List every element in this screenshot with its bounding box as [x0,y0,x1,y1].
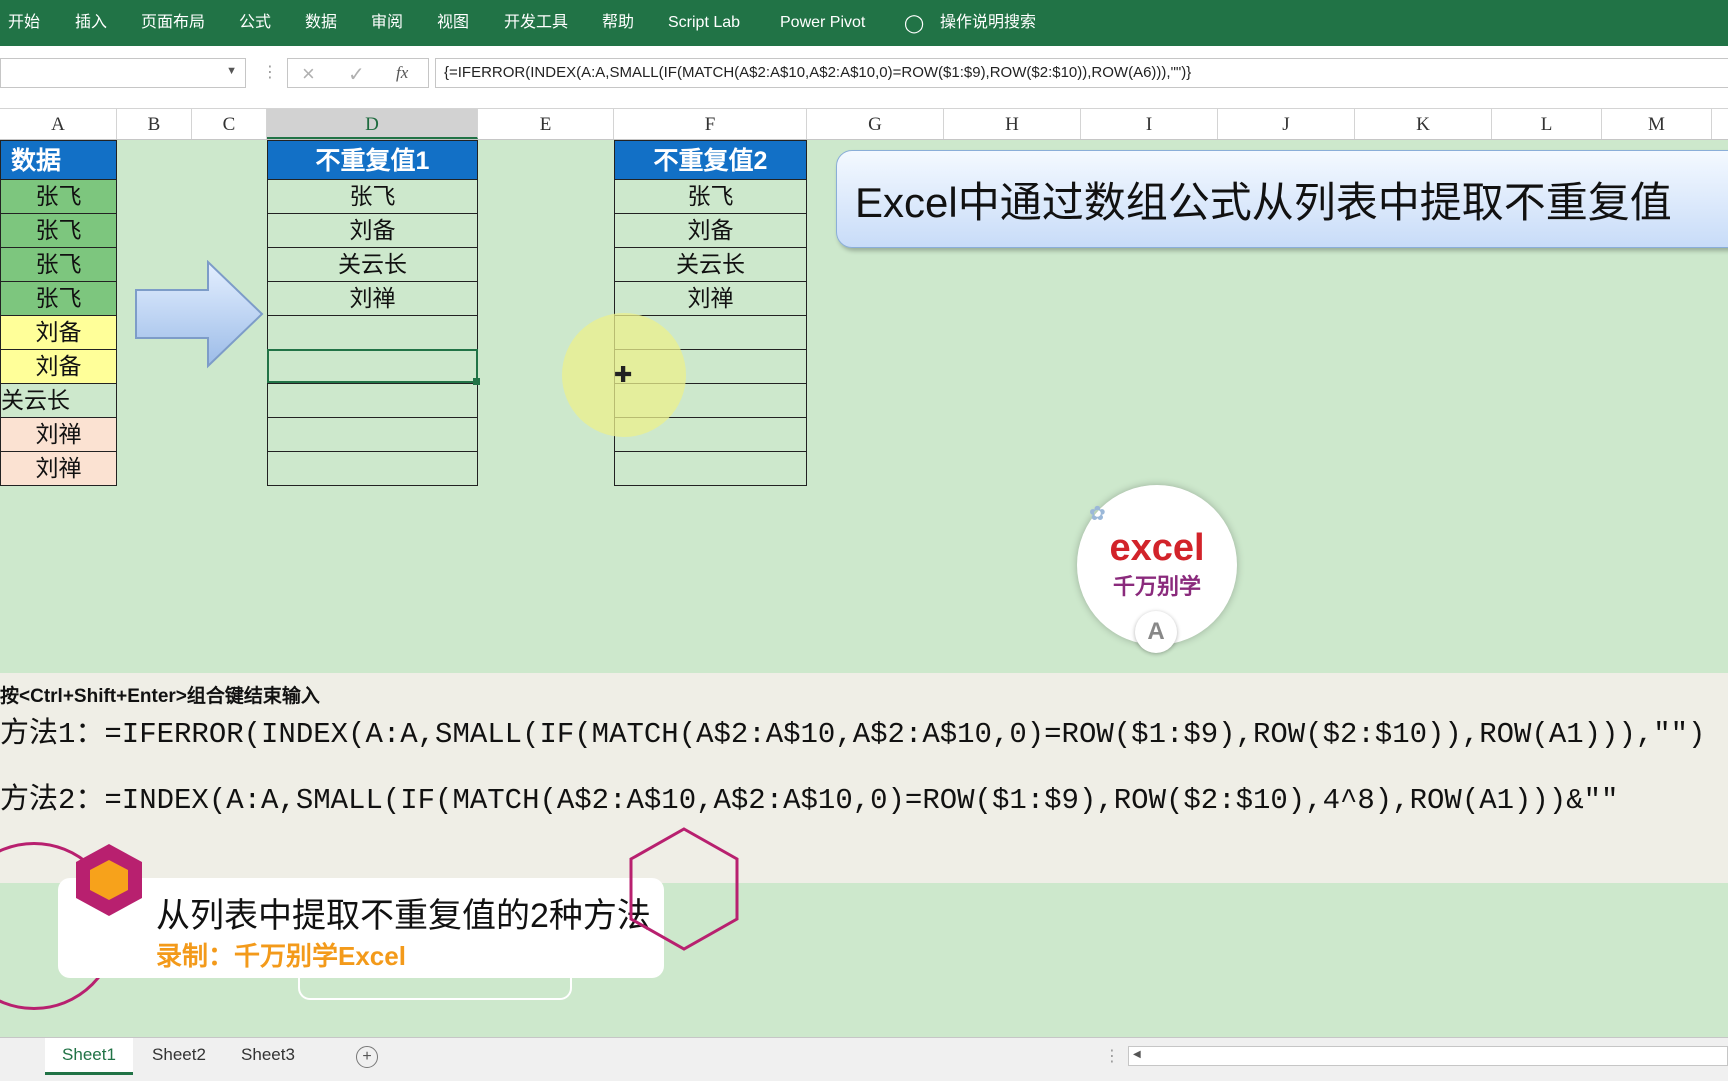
column-headers: A B C D E F G H I J K L M [0,109,1728,140]
lightbulb-icon[interactable]: ◯ [904,0,924,46]
active-cell-outline [267,349,478,383]
column-header-h[interactable]: H [944,109,1081,139]
method2-formula: 方法2：=INDEX(A:A,SMALL(IF(MATCH(A$2:A$10,A… [0,784,1619,817]
cancel-icon[interactable]: × [302,61,315,87]
column-header-k[interactable]: K [1355,109,1492,139]
result2-cell-10[interactable] [614,452,807,486]
subtitle-card: 从列表中提取不重复值的2种方法 录制：千万别学Excel [58,878,664,978]
more-options-icon[interactable]: ⋮ [262,62,278,82]
result1-cell-2[interactable]: 张飞 [267,180,478,214]
name-box[interactable]: ▼ [0,58,246,88]
menu-data[interactable]: 数据 [305,0,337,46]
tab-sheet2[interactable]: Sheet2 [137,1038,221,1072]
result1-cell-4[interactable]: 关云长 [267,248,478,282]
source-cell-7[interactable]: 刘备 [0,350,117,384]
scroll-left-icon[interactable]: ◀ [1133,1049,1141,1060]
subtitle-title: 从列表中提取不重复值的2种方法 [156,897,651,935]
result1-cell-8[interactable] [267,384,478,418]
cell-cursor-icon: ✚ [614,362,633,387]
column-header-l[interactable]: L [1492,109,1602,139]
source-cell-6[interactable]: 刘备 [0,316,117,350]
formula-notes-panel: 按<Ctrl+Shift+Enter>组合键结束输入 方法1：=IFERROR(… [0,673,1728,883]
column-header-a[interactable]: A [0,109,117,139]
tab-sheet3[interactable]: Sheet3 [226,1038,310,1072]
result1-cell-6[interactable] [267,316,478,350]
menu-home[interactable]: 开始 [8,0,40,46]
menu-developer[interactable]: 开发工具 [504,0,568,46]
hexagon-outline-icon [629,827,739,951]
column-header-b[interactable]: B [117,109,192,139]
logo-subtitle: 千万别学 [1112,574,1201,599]
result2-cell-2[interactable]: 张飞 [614,180,807,214]
fill-handle[interactable] [473,378,480,385]
chevron-down-icon[interactable]: ▼ [226,65,237,77]
result1-header-cell[interactable]: 不重复值1 [267,140,478,180]
result1-cell-10[interactable] [267,452,478,486]
tell-me-search[interactable]: 操作说明搜索 [940,0,1036,46]
column-header-j[interactable]: J [1218,109,1355,139]
column-header-d[interactable]: D [267,109,478,139]
column-header-c[interactable]: C [192,109,267,139]
insert-function-icon[interactable]: fx [396,63,408,83]
menu-power-pivot[interactable]: Power Pivot [780,0,865,46]
source-header-cell[interactable]: 数据 [0,140,117,180]
tab-sheet1[interactable]: Sheet1 [45,1038,133,1075]
column-header-m[interactable]: M [1602,109,1712,139]
source-cell-4[interactable]: 张飞 [0,248,117,282]
menu-formulas[interactable]: 公式 [239,0,271,46]
menu-help[interactable]: 帮助 [602,0,634,46]
array-entry-hint: 按<Ctrl+Shift+Enter>组合键结束输入 [0,686,320,707]
add-sheet-icon[interactable]: + [356,1046,378,1068]
formula-bar: ▼ ⋮ × ✓ fx {=IFERROR(INDEX(A:A,SMALL(IF(… [0,46,1728,109]
result2-cell-5[interactable]: 刘禅 [614,282,807,316]
source-cell-8[interactable]: 关云长 [0,384,117,418]
source-cell-5[interactable]: 张飞 [0,282,117,316]
enter-check-icon[interactable]: ✓ [348,62,365,87]
column-header-f[interactable]: F [614,109,807,139]
horizontal-scrollbar[interactable]: ◀ [1128,1046,1728,1066]
menu-view[interactable]: 视图 [437,0,469,46]
method1-formula: 方法1：=IFERROR(INDEX(A:A,SMALL(IF(MATCH(A$… [0,718,1706,751]
result1-cell-3[interactable]: 刘备 [267,214,478,248]
logo-word: excel [1109,527,1205,569]
menu-insert[interactable]: 插入 [75,0,107,46]
sparkle-icon: ✿ [1089,503,1106,525]
source-cell-10[interactable]: 刘禅 [0,452,117,486]
logo-badge: A [1135,611,1177,653]
column-header-e[interactable]: E [478,109,614,139]
banner-title: Excel中通过数组公式从列表中提取不重复值 [855,179,1672,226]
subtitle-author: 录制：千万别学Excel [156,941,406,971]
tab-splitter[interactable]: ⋮ [1104,1046,1120,1066]
result2-cell-3[interactable]: 刘备 [614,214,807,248]
right-arrow-icon [135,260,264,369]
column-header-g[interactable]: G [807,109,944,139]
source-cell-9[interactable]: 刘禅 [0,418,117,452]
menu-page-layout[interactable]: 页面布局 [141,0,205,46]
menu-review[interactable]: 审阅 [371,0,403,46]
result1-cell-5[interactable]: 刘禅 [267,282,478,316]
formula-buttons: × ✓ fx [287,58,429,88]
column-header-i[interactable]: I [1081,109,1218,139]
source-cell-2[interactable]: 张飞 [0,180,117,214]
source-cell-3[interactable]: 张飞 [0,214,117,248]
title-banner: Excel中通过数组公式从列表中提取不重复值 [836,150,1728,248]
result2-header-cell[interactable]: 不重复值2 [614,140,807,180]
menu-script-lab[interactable]: Script Lab [668,0,740,46]
result2-cell-4[interactable]: 关云长 [614,248,807,282]
hexagon-badge-icon [76,844,142,916]
result1-cell-9[interactable] [267,418,478,452]
ribbon-menu-bar: 开始 插入 页面布局 公式 数据 审阅 视图 开发工具 帮助 Script La… [0,0,1728,46]
channel-logo: ✿ excel 千万别学 A [1077,485,1237,653]
sheet-tab-bar: Sheet1 Sheet2 Sheet3 + ⋮ ◀ [0,1037,1728,1081]
formula-input[interactable]: {=IFERROR(INDEX(A:A,SMALL(IF(MATCH(A$2:A… [435,58,1728,88]
